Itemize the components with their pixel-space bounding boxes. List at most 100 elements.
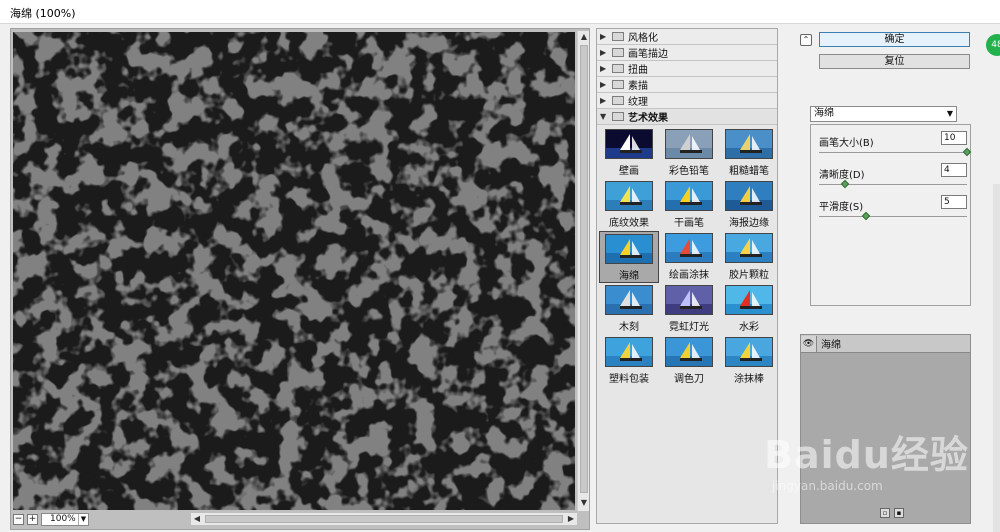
filter-preview-image bbox=[665, 181, 713, 211]
param-label: 画笔大小(B) bbox=[819, 138, 874, 149]
filter-thumb-label: 木刻 bbox=[619, 322, 639, 333]
scroll-up-icon[interactable]: ▲ bbox=[578, 31, 590, 43]
scroll-down-icon[interactable]: ▼ bbox=[578, 497, 590, 509]
scroll-thumb[interactable] bbox=[205, 515, 563, 523]
scroll-right-icon[interactable]: ▶ bbox=[565, 513, 577, 525]
chevron-right-icon[interactable]: ▶ bbox=[600, 96, 608, 105]
filter-thumb[interactable]: 海绵 bbox=[599, 231, 659, 283]
filter-thumb[interactable]: 壁画 bbox=[599, 127, 659, 179]
filter-thumb[interactable]: 调色刀 bbox=[659, 335, 719, 387]
param-slider-knob[interactable] bbox=[962, 147, 972, 157]
scroll-thumb[interactable] bbox=[580, 45, 588, 493]
filter-thumb[interactable]: 塑料包装 bbox=[599, 335, 659, 387]
folder-icon bbox=[612, 80, 624, 89]
filter-preview-image bbox=[725, 233, 773, 263]
filter-thumb[interactable]: 水彩 bbox=[719, 283, 777, 335]
filter-thumb[interactable]: 木刻 bbox=[599, 283, 659, 335]
filter-thumb-label: 壁画 bbox=[619, 166, 639, 177]
filter-thumb[interactable]: 绘画涂抹 bbox=[659, 231, 719, 283]
folder-3[interactable]: ▶ 素描 bbox=[597, 77, 777, 93]
chevron-down-icon: ▼ bbox=[946, 109, 953, 118]
param-slider-track[interactable] bbox=[819, 216, 967, 217]
folder-4[interactable]: ▶ 纹理 bbox=[597, 93, 777, 109]
filter-thumb-label: 调色刀 bbox=[674, 374, 704, 385]
filter-thumb-label: 塑料包装 bbox=[609, 374, 649, 385]
chevron-down-icon: ▼ bbox=[78, 513, 88, 525]
filter-preview-image bbox=[665, 337, 713, 367]
chevron-right-icon[interactable]: ▶ bbox=[600, 32, 608, 41]
param-row: 画笔大小(B) 10 bbox=[811, 131, 972, 161]
folder-0[interactable]: ▶ 风格化 bbox=[597, 29, 777, 45]
filter-thumb[interactable]: 涂抹棒 bbox=[719, 335, 777, 387]
ok-button[interactable]: 确定 bbox=[819, 32, 970, 47]
filter-preview-image bbox=[605, 234, 653, 264]
filter-thumb-label: 底纹效果 bbox=[609, 218, 649, 229]
filter-thumb[interactable]: 彩色铅笔 bbox=[659, 127, 719, 179]
new-layer-icon[interactable]: ▫ bbox=[880, 508, 890, 518]
filter-thumb-label: 海报边缘 bbox=[729, 218, 769, 229]
filter-thumb-label: 涂抹棒 bbox=[734, 374, 764, 385]
watermark-logo: Baidu经验 bbox=[764, 433, 969, 477]
folder-label: 素描 bbox=[628, 81, 648, 92]
param-value-input[interactable]: 10 bbox=[941, 131, 967, 145]
param-slider-track[interactable] bbox=[819, 152, 967, 153]
reset-button[interactable]: 复位 bbox=[819, 54, 970, 69]
layer-actions: ▫ ▪ bbox=[880, 508, 904, 518]
folder-icon bbox=[612, 96, 624, 105]
folder-label: 纹理 bbox=[628, 97, 648, 108]
chevron-right-icon[interactable]: ▶ bbox=[600, 64, 608, 73]
filter-preview-image bbox=[605, 337, 653, 367]
param-label: 清晰度(D) bbox=[819, 170, 865, 181]
filter-preview-image bbox=[725, 129, 773, 159]
trash-icon[interactable]: ▪ bbox=[894, 508, 904, 518]
page-scrollbar[interactable] bbox=[993, 184, 1000, 532]
chevron-down-icon[interactable]: ▼ bbox=[600, 112, 608, 121]
filter-thumb[interactable]: 底纹效果 bbox=[599, 179, 659, 231]
preview-horizontal-scrollbar[interactable]: ◀ ▶ bbox=[191, 513, 577, 525]
filter-thumb-label: 霓虹灯光 bbox=[669, 322, 709, 333]
folder-1[interactable]: ▶ 画笔描边 bbox=[597, 45, 777, 61]
folder-icon bbox=[612, 32, 624, 41]
preview-area: ▲ ▼ − + 100% ▼ ◀ ▶ bbox=[10, 28, 590, 530]
filter-thumb-label: 胶片颗粒 bbox=[729, 270, 769, 281]
param-slider-knob[interactable] bbox=[861, 211, 870, 221]
param-label: 平滑度(S) bbox=[819, 202, 864, 213]
zoom-in-button[interactable]: + bbox=[27, 513, 38, 525]
preview-canvas[interactable] bbox=[13, 32, 575, 510]
filter-thumb[interactable]: 粗糙蜡笔 bbox=[719, 127, 777, 179]
scroll-left-icon[interactable]: ◀ bbox=[191, 513, 203, 525]
zoom-controls: − + 100% ▼ bbox=[13, 512, 89, 526]
filter-preview-image bbox=[605, 181, 653, 211]
filter-thumb[interactable]: 胶片颗粒 bbox=[719, 231, 777, 283]
param-row: 清晰度(D) 4 bbox=[811, 163, 972, 193]
sponge-texture bbox=[13, 32, 575, 510]
param-value-input[interactable]: 5 bbox=[941, 195, 967, 209]
chevron-right-icon[interactable]: ▶ bbox=[600, 48, 608, 57]
param-row: 平滑度(S) 5 bbox=[811, 195, 972, 225]
title-bar: 海绵 (100%) bbox=[0, 0, 1000, 24]
folder-2[interactable]: ▶ 扭曲 bbox=[597, 61, 777, 77]
filter-thumb[interactable]: 海报边缘 bbox=[719, 179, 777, 231]
folder-icon bbox=[612, 112, 624, 121]
effect-layer-row[interactable]: 👁 海绵 bbox=[801, 335, 970, 353]
param-slider-knob[interactable] bbox=[840, 179, 850, 189]
baidu-watermark: Baidu经验 jingyan.baidu.com bbox=[764, 424, 969, 493]
folder-5[interactable]: ▼ 艺术效果 bbox=[597, 109, 777, 125]
param-value-input[interactable]: 4 bbox=[941, 163, 967, 177]
folder-icon bbox=[612, 64, 624, 73]
filter-thumb[interactable]: 霓虹灯光 bbox=[659, 283, 719, 335]
filter-select[interactable]: 海绵 ▼ bbox=[810, 106, 957, 122]
folder-label: 画笔描边 bbox=[628, 49, 668, 60]
collapse-gallery-icon[interactable]: ⌃ bbox=[800, 34, 812, 46]
filter-preview-image bbox=[605, 285, 653, 315]
preview-vertical-scrollbar[interactable]: ▲ ▼ bbox=[577, 31, 589, 511]
eye-icon[interactable]: 👁 bbox=[801, 335, 817, 352]
folder-label: 风格化 bbox=[628, 33, 658, 44]
window-title: 海绵 (100%) bbox=[10, 7, 76, 20]
chevron-right-icon[interactable]: ▶ bbox=[600, 80, 608, 89]
filter-preview-image bbox=[605, 129, 653, 159]
filter-thumb[interactable]: 干画笔 bbox=[659, 179, 719, 231]
filter-thumb-label: 绘画涂抹 bbox=[669, 270, 709, 281]
zoom-out-button[interactable]: − bbox=[13, 513, 24, 525]
zoom-level-select[interactable]: 100% ▼ bbox=[41, 512, 89, 526]
